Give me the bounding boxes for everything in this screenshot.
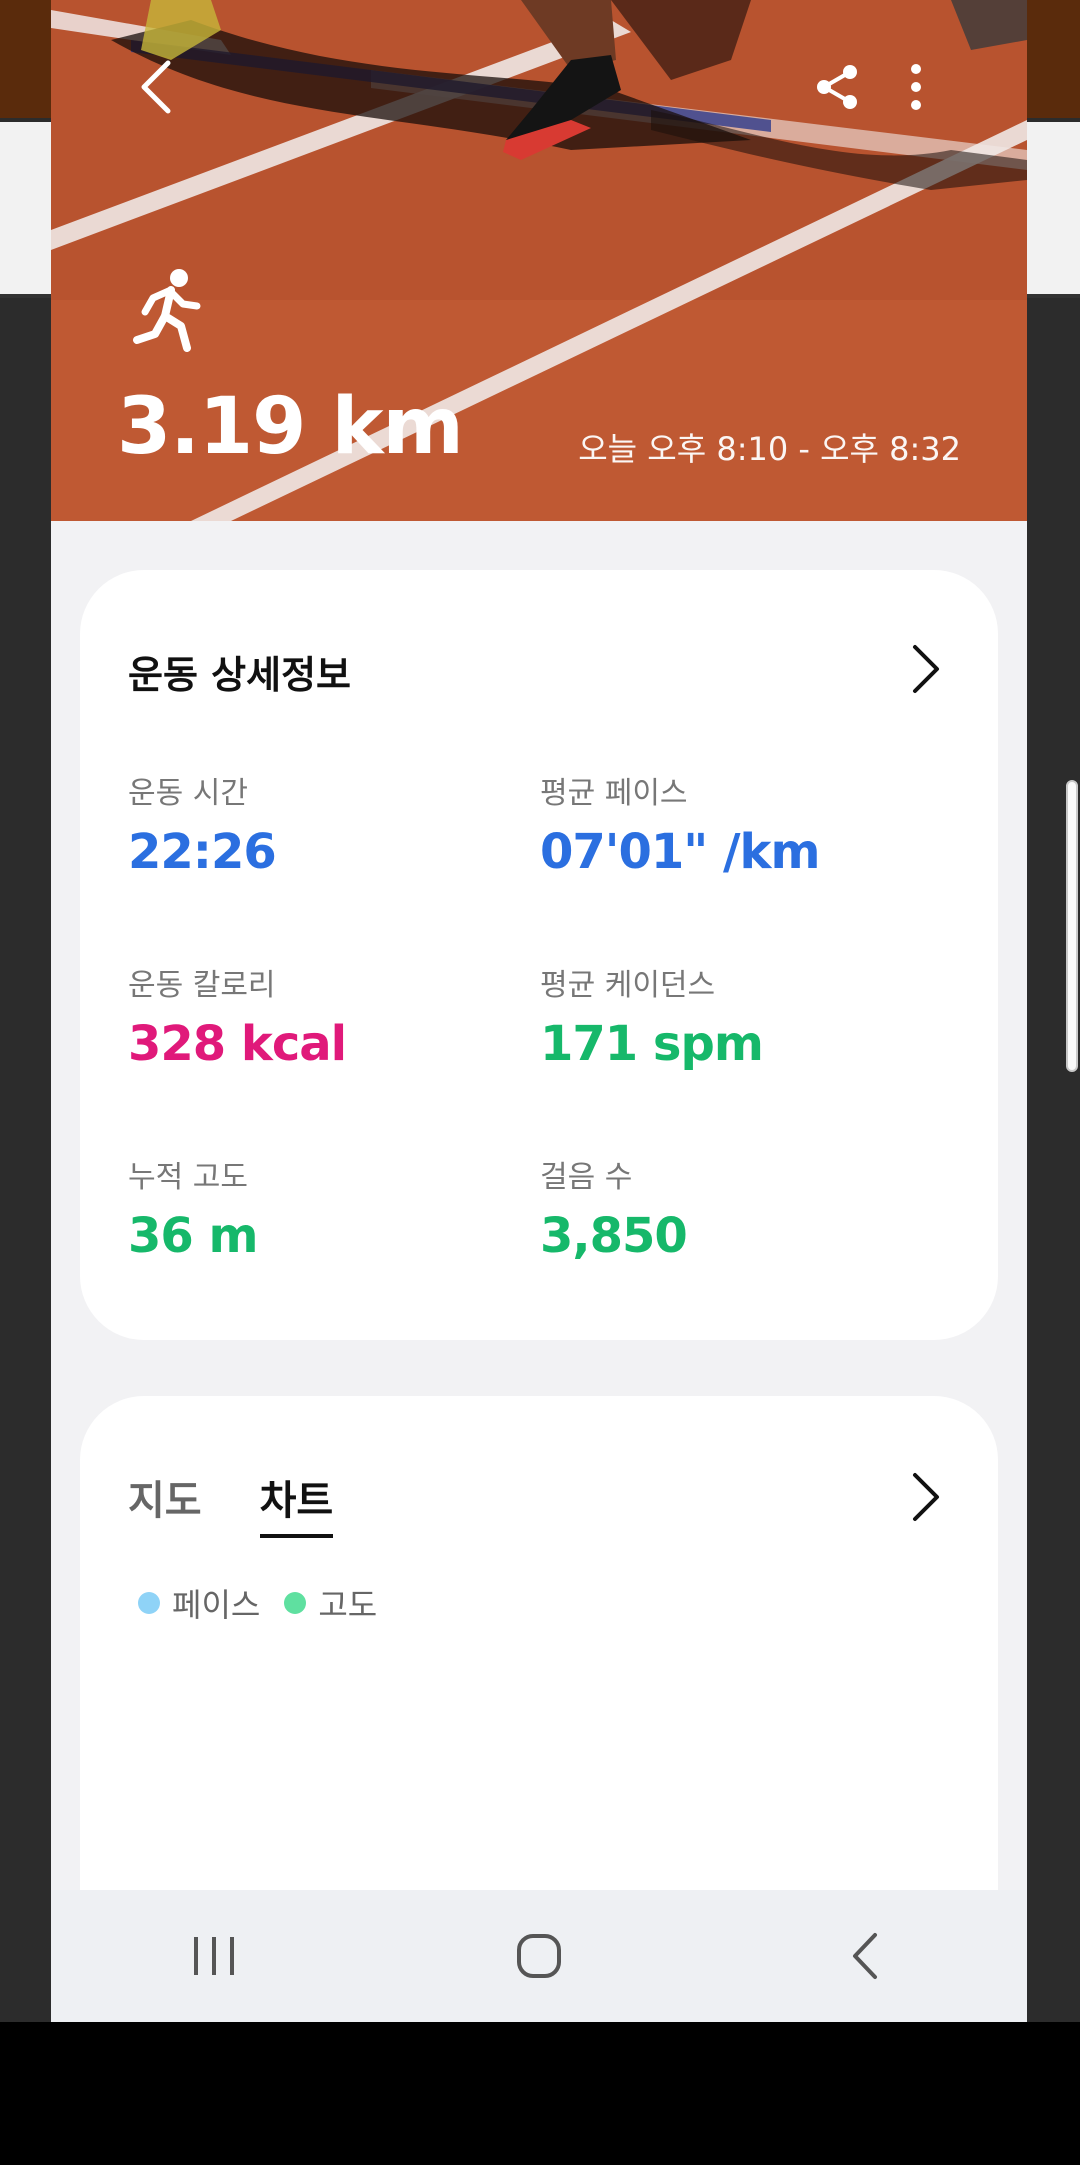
share-button[interactable] — [803, 52, 873, 122]
hero-banner: 3.19 km 오늘 오후 8:10 - 오후 8:32 — [51, 0, 1027, 521]
legend-dot — [284, 1592, 307, 1614]
stat-duration: 운동 시간 22:26 — [128, 768, 277, 880]
share-icon — [817, 65, 857, 109]
stat-label: 누적 고도 — [128, 1160, 248, 1195]
background-scrollbar — [1066, 780, 1078, 1072]
workout-time-range: 오늘 오후 8:10 - 오후 8:32 — [578, 430, 961, 468]
more-options-button[interactable] — [891, 52, 941, 122]
stat-value: 07'01" /km — [540, 824, 820, 880]
stat-label: 운동 칼로리 — [128, 968, 276, 1003]
tab-chart[interactable]: 차트 — [259, 1468, 334, 1538]
details-title: 운동 상세정보 — [128, 653, 351, 697]
stat-value: 36 m — [128, 1208, 259, 1264]
map-chart-tabs: 지도 차트 — [128, 1468, 334, 1538]
legend-dot — [138, 1592, 160, 1614]
recent-apps-button[interactable] — [154, 1906, 274, 2006]
tab-map[interactable]: 지도 — [128, 1468, 202, 1538]
stat-label: 운동 시간 — [128, 776, 248, 811]
stat-value: 22:26 — [128, 824, 277, 880]
workout-detail-screen: 3.19 km 오늘 오후 8:10 - 오후 8:32 운동 상세정보 운동 … — [51, 0, 1027, 2022]
legend-item-elevation: 고도 — [284, 1580, 377, 1626]
stat-label: 평균 케이던스 — [540, 968, 716, 1003]
system-navigation-bar — [51, 1890, 1027, 2022]
recent-apps-icon — [193, 1937, 234, 1975]
distance-value: 3.19 km — [117, 382, 464, 472]
stat-elevation-gain: 누적 고도 36 m — [128, 1152, 259, 1264]
stat-steps: 걸음 수 3,850 — [540, 1152, 688, 1264]
stat-value: 3,850 — [540, 1208, 688, 1264]
chart-open-button[interactable] — [904, 1466, 948, 1528]
legend-label: 페이스 — [172, 1586, 261, 1624]
chevron-right-icon — [913, 1473, 939, 1521]
chart-legend: 페이스 고도 — [138, 1580, 377, 1626]
stat-label: 평균 페이스 — [540, 776, 688, 811]
back-button[interactable] — [121, 52, 191, 122]
stat-label: 걸음 수 — [540, 1160, 633, 1195]
home-icon — [516, 1934, 561, 1978]
stat-value: 328 kcal — [128, 1016, 347, 1072]
stat-value: 171 spm — [540, 1016, 764, 1072]
chevron-right-icon — [913, 645, 939, 693]
legend-label: 고도 — [318, 1586, 378, 1624]
back-nav-button[interactable] — [804, 1906, 924, 2006]
back-icon — [853, 1933, 878, 1979]
workout-details-card[interactable]: 운동 상세정보 운동 시간 22:26 평균 페이스 07'01" /km 운동… — [80, 570, 998, 1340]
legend-item-pace: 페이스 — [138, 1580, 260, 1626]
more-vertical-icon — [911, 64, 921, 110]
chevron-left-icon — [141, 60, 171, 114]
running-icon — [133, 269, 201, 352]
stat-calories: 운동 칼로리 328 kcal — [128, 960, 347, 1072]
stat-average-pace: 평균 페이스 07'01" /km — [540, 768, 820, 880]
home-button[interactable] — [479, 1906, 599, 2006]
stat-average-cadence: 평균 케이던스 171 spm — [540, 960, 764, 1072]
details-open-button[interactable] — [904, 638, 948, 700]
